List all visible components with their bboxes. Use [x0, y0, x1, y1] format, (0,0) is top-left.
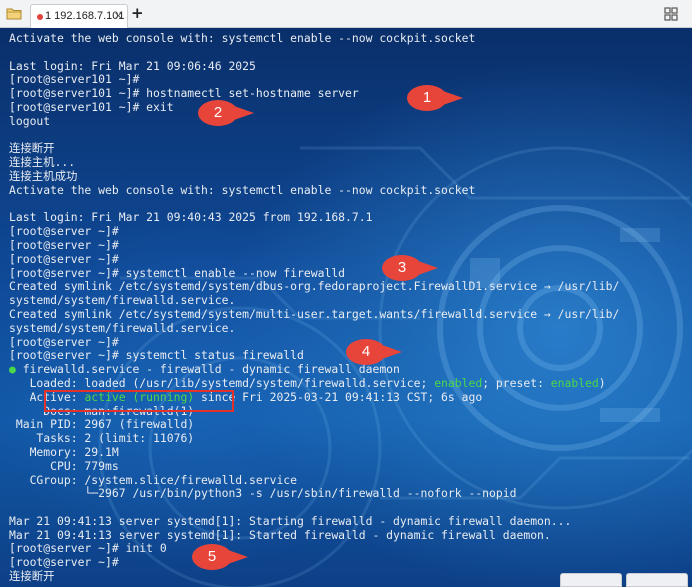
- annotation-number: 4: [361, 343, 371, 360]
- terminal-line: 连接主机...: [9, 155, 76, 170]
- terminal-output[interactable]: Activate the web console with: systemctl…: [0, 28, 692, 587]
- active-suffix: since Fri 2025-03-21 09:41:13 CST; 6s ag…: [194, 389, 483, 404]
- active-status-highlight-box: [44, 390, 234, 412]
- terminal-line: [root@server ~]#: [9, 237, 119, 252]
- status-detail-line: Main PID: 2967 (firewalld): [9, 417, 195, 432]
- annotation-number: 2: [213, 104, 223, 121]
- grid-icon[interactable]: [664, 7, 678, 21]
- status-loaded-line: Loaded: loaded (/usr/lib/systemd/system/…: [9, 375, 619, 391]
- terminal-line: systemd/system/firewalld.service.: [9, 293, 236, 308]
- terminal-line: Activate the web console with: systemctl…: [9, 182, 476, 197]
- terminal-lines: Activate the web console with: systemctl…: [9, 31, 620, 584]
- terminal-line: 连接主机成功: [9, 168, 78, 183]
- terminal-line: Mar 21 09:41:13 server systemd[1]: Start…: [9, 527, 551, 542]
- loaded-mid: ; preset:: [482, 375, 551, 390]
- status-detail-line: CGroup: /system.slice/firewalld.service: [9, 472, 298, 487]
- terminal-line: [root@server101 ~]#: [9, 72, 140, 87]
- terminal-line: [root@server ~]# systemctl enable --now …: [9, 265, 346, 280]
- status-detail-line: Memory: 29.1M: [9, 444, 119, 459]
- annotation-2: 2: [196, 98, 256, 128]
- tab-bar: 1 192.168.7.101 × +: [0, 0, 692, 28]
- terminal-line: Mar 21 09:41:13 server systemd[1]: Start…: [9, 513, 572, 528]
- terminal-line: Last login: Fri Mar 21 09:06:46 2025: [9, 58, 256, 73]
- status-dot-icon: ●: [9, 362, 16, 377]
- bottom-panel-tab[interactable]: [626, 573, 688, 587]
- terminal-line: [root@server ~]# init 0: [9, 541, 167, 556]
- terminal-line: [root@server ~]# systemctl status firewa…: [9, 348, 304, 363]
- terminal-line: Last login: Fri Mar 21 09:40:43 2025 fro…: [9, 210, 373, 225]
- terminal-window: 1 192.168.7.101 × + Activate the web con…: [0, 0, 692, 587]
- status-title-line: ● firewalld.service - firewalld - dynami…: [9, 362, 619, 377]
- terminal-line: Activate the web console with: systemctl…: [9, 31, 476, 45]
- terminal-line: [root@server101 ~]# hostnamectl set-host…: [9, 86, 359, 101]
- annotation-number: 5: [207, 548, 217, 565]
- terminal-line: logout: [9, 113, 51, 128]
- status-detail-line: Tasks: 2 (limit: 11076): [9, 431, 195, 446]
- tab-session[interactable]: 1 192.168.7.101 ×: [30, 4, 128, 28]
- terminal-line: [root@server ~]#: [9, 334, 119, 349]
- tab-status-dot-icon: [37, 14, 43, 20]
- loaded-suffix: ): [598, 375, 606, 390]
- annotation-4: 4: [344, 337, 404, 367]
- status-detail-line: └─2967 /usr/bin/python3 -s /usr/sbin/fir…: [9, 486, 517, 501]
- terminal-line: [root@server ~]#: [9, 555, 119, 570]
- bottom-panel-tab[interactable]: [560, 573, 622, 587]
- plus-icon[interactable]: +: [131, 4, 144, 22]
- close-icon[interactable]: ×: [114, 9, 123, 22]
- loaded-enabled: enabled: [434, 375, 483, 390]
- annotation-3: 3: [380, 253, 440, 283]
- status-detail-line: CPU: 779ms: [9, 458, 119, 473]
- annotation-number: 3: [397, 259, 407, 276]
- terminal-line: [root@server ~]#: [9, 224, 119, 239]
- terminal-line: [root@server101 ~]# exit: [9, 99, 174, 114]
- annotation-number: 1: [422, 89, 432, 106]
- tab-label: 1 192.168.7.101: [45, 10, 125, 22]
- terminal-line: 连接断开: [9, 569, 55, 584]
- folder-icon[interactable]: [6, 6, 22, 20]
- terminal-line: [root@server ~]#: [9, 251, 119, 266]
- terminal-line: Created symlink /etc/systemd/system/mult…: [9, 306, 620, 321]
- preset-enabled: enabled: [550, 375, 599, 390]
- terminal-line: 连接断开: [9, 141, 55, 156]
- annotation-1: 1: [405, 83, 465, 113]
- terminal-line: systemd/system/firewalld.service.: [9, 320, 236, 335]
- loaded-prefix: Loaded: loaded (/usr/lib/systemd/system/…: [9, 375, 435, 390]
- terminal-line: Created symlink /etc/systemd/system/dbus…: [9, 279, 620, 294]
- annotation-5: 5: [190, 542, 250, 572]
